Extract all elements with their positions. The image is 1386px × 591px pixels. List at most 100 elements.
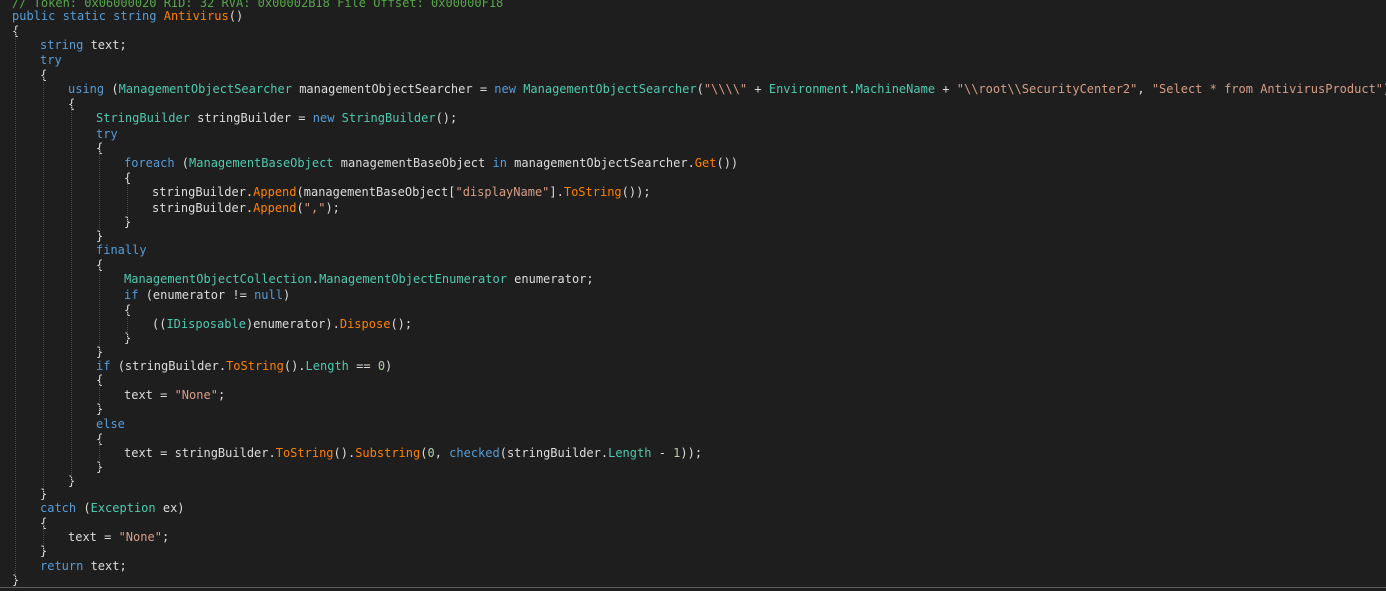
code-editor[interactable]: // Token: 0x06000020 RID: 32 RVA: 0x0000… [0,0,1386,591]
code-token: return [40,559,91,573]
indent-guide-line [71,104,72,483]
code-token: ManagementObjectEnumerator [319,272,507,286]
code-line: finally [96,243,147,258]
code-token: ]. [549,185,564,199]
code-token: )enumerator). [245,317,340,331]
code-token: ); [325,201,340,215]
indent-guide-line [127,184,128,223]
horizontal-scrollbar-edge [0,587,1386,588]
code-token: 0 [377,359,386,373]
code-token: "displayName" [455,185,550,199]
code-token: string [40,38,91,52]
code-token: if [124,288,146,302]
code-token: Get [694,156,717,170]
code-token: (); [390,317,413,331]
code-line: catch (Exception ex) [40,501,185,516]
code-token: 0 [427,446,435,460]
code-token: Append [253,201,297,215]
code-token: ToString [226,359,284,373]
code-token: "None" [174,388,218,402]
code-token: ( [111,82,119,96]
code-line: ManagementObjectCollection.ManagementObj… [124,272,594,287]
code-line: stringBuilder.Append(","); [152,201,340,216]
code-token: (stringBuilder. [499,446,609,460]
code-token: ( [696,82,704,96]
code-token: try [96,127,118,141]
code-line: StringBuilder stringBuilder = new String… [96,111,457,126]
code-line: if (stringBuilder.ToString().Length == 0… [96,359,392,374]
code-token: . [311,272,320,286]
code-token: text; [90,38,127,52]
indent-guide-line [99,383,100,412]
code-token: ()); [621,185,651,199]
code-token: () [228,9,244,23]
code-token: text = stringBuilder. [124,446,276,460]
code-token: ManagementObjectSearcher [118,82,292,96]
code-line: foreach (ManagementBaseObject management… [124,156,738,171]
code-token: ( [296,201,304,215]
code-token: "\\root\\SecurityCenter2" [956,82,1138,96]
code-line: using (ManagementObjectSearcher manageme… [68,82,1386,97]
code-token: try [40,53,62,67]
code-token: ()) [716,156,739,170]
code-line: public static string Antivirus() [12,9,243,24]
code-line: try [40,53,62,68]
code-token: Substring [355,446,421,460]
code-token: )); [680,446,703,460]
code-token: catch [40,501,84,515]
code-token: == [348,359,378,373]
code-token: new [312,111,342,125]
code-token: ManagementObjectSearcher [523,82,697,96]
code-token: . [848,82,856,96]
code-token: checked [449,446,500,460]
code-line: text = "None"; [68,530,169,545]
code-token: (( [152,317,167,331]
code-token: stringBuilder. [152,185,254,199]
indent-guide-line [99,440,100,470]
indent-guide-line [15,30,16,582]
code-token: (managementBaseObject[ [296,185,456,199]
code-token: ToString [275,446,334,460]
code-line: if (enumerator != null) [124,288,290,303]
code-token: finally [96,243,147,257]
code-line: else [96,417,125,432]
code-token: + [935,82,957,96]
code-token: in [492,156,515,170]
code-token: if [96,359,118,373]
indent-guide-line [99,266,100,351]
code-token: ) [385,359,393,373]
indent-guide-line [43,75,44,495]
code-token: enumerator; [506,272,594,286]
code-token: ) [282,288,291,302]
code-token: ( [181,156,190,170]
code-token: Exception [90,501,156,515]
code-token: ManagementBaseObject [189,156,334,170]
code-line: text = stringBuilder.ToString().Substrin… [124,446,702,461]
code-token: Length [305,359,349,373]
code-token: text = [124,388,175,402]
indent-guide-line [99,150,100,233]
code-token: Dispose [339,317,391,331]
code-token: Environment [768,82,849,96]
code-token: StringBuilder [341,111,436,125]
code-token: Append [253,185,297,199]
code-token: new [494,82,524,96]
code-token: ToString [563,185,622,199]
code-token: null [254,288,283,302]
code-token: (). [283,359,306,373]
code-token: (enumerator != [145,288,255,302]
code-token: stringBuilder = [189,111,313,125]
code-token: StringBuilder [96,111,190,125]
code-token: "," [303,201,326,215]
code-token: - [651,446,674,460]
code-token: (). [333,446,356,460]
code-token: managementObjectSearcher = [291,82,495,96]
indent-guide-line [127,311,128,340]
code-line: text = "None"; [124,388,225,403]
code-token: else [96,417,125,431]
code-token: (stringBuilder. [117,359,227,373]
code-line: return text; [40,559,127,574]
code-token: Length [608,446,652,460]
code-token: ManagementObjectCollection [124,272,312,286]
code-token: MachineName [855,82,936,96]
